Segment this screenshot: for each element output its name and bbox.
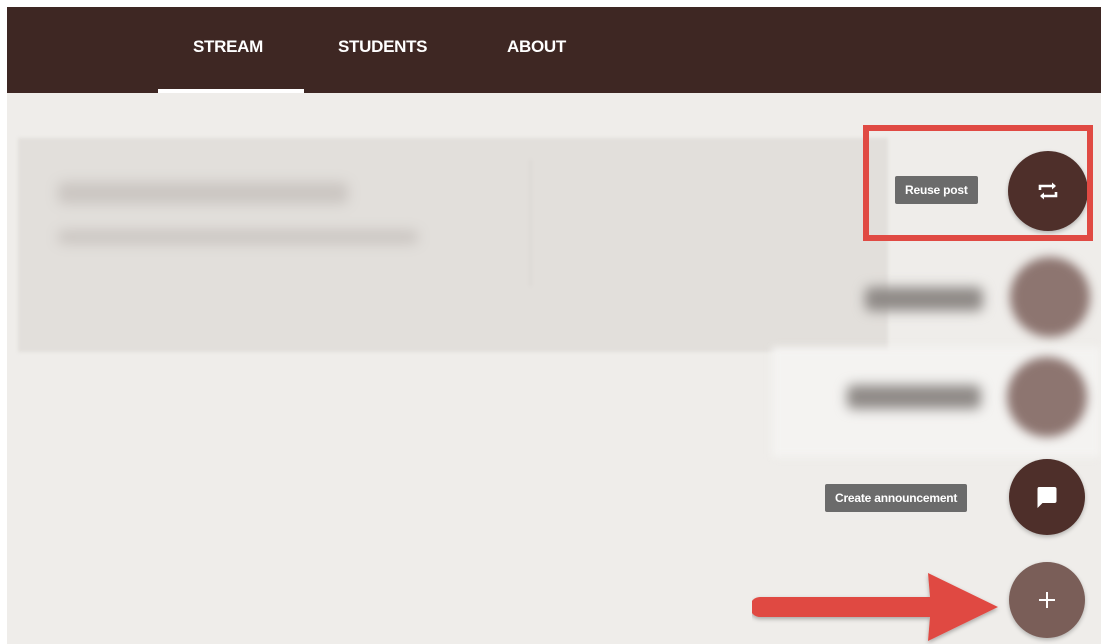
- tab-students[interactable]: STUDENTS: [338, 7, 428, 93]
- red-arrow-annotation: [752, 570, 1002, 644]
- blurred-subtitle: [58, 230, 418, 244]
- blurred-action-label-2: [847, 385, 981, 409]
- add-button[interactable]: [1009, 562, 1085, 638]
- card-divider: [530, 160, 531, 286]
- top-navigation-bar: STREAM STUDENTS ABOUT: [7, 7, 1101, 93]
- blurred-action-label-1: [865, 287, 983, 311]
- active-tab-indicator: [158, 89, 304, 93]
- create-announcement-button[interactable]: [1009, 459, 1085, 535]
- app-frame: STREAM STUDENTS ABOUT Reuse post Create …: [7, 7, 1101, 644]
- tab-about[interactable]: ABOUT: [507, 7, 566, 93]
- plus-icon: [1036, 589, 1058, 611]
- create-announcement-tooltip: Create announcement: [825, 484, 968, 512]
- blurred-title: [58, 182, 348, 204]
- tab-stream[interactable]: STREAM: [193, 7, 263, 93]
- blurred-action-button-2[interactable]: [1007, 357, 1087, 437]
- comment-icon: [1033, 483, 1061, 511]
- highlight-box: [863, 125, 1093, 241]
- class-info-card-blurred: [18, 138, 888, 352]
- blurred-action-button-1[interactable]: [1010, 257, 1090, 337]
